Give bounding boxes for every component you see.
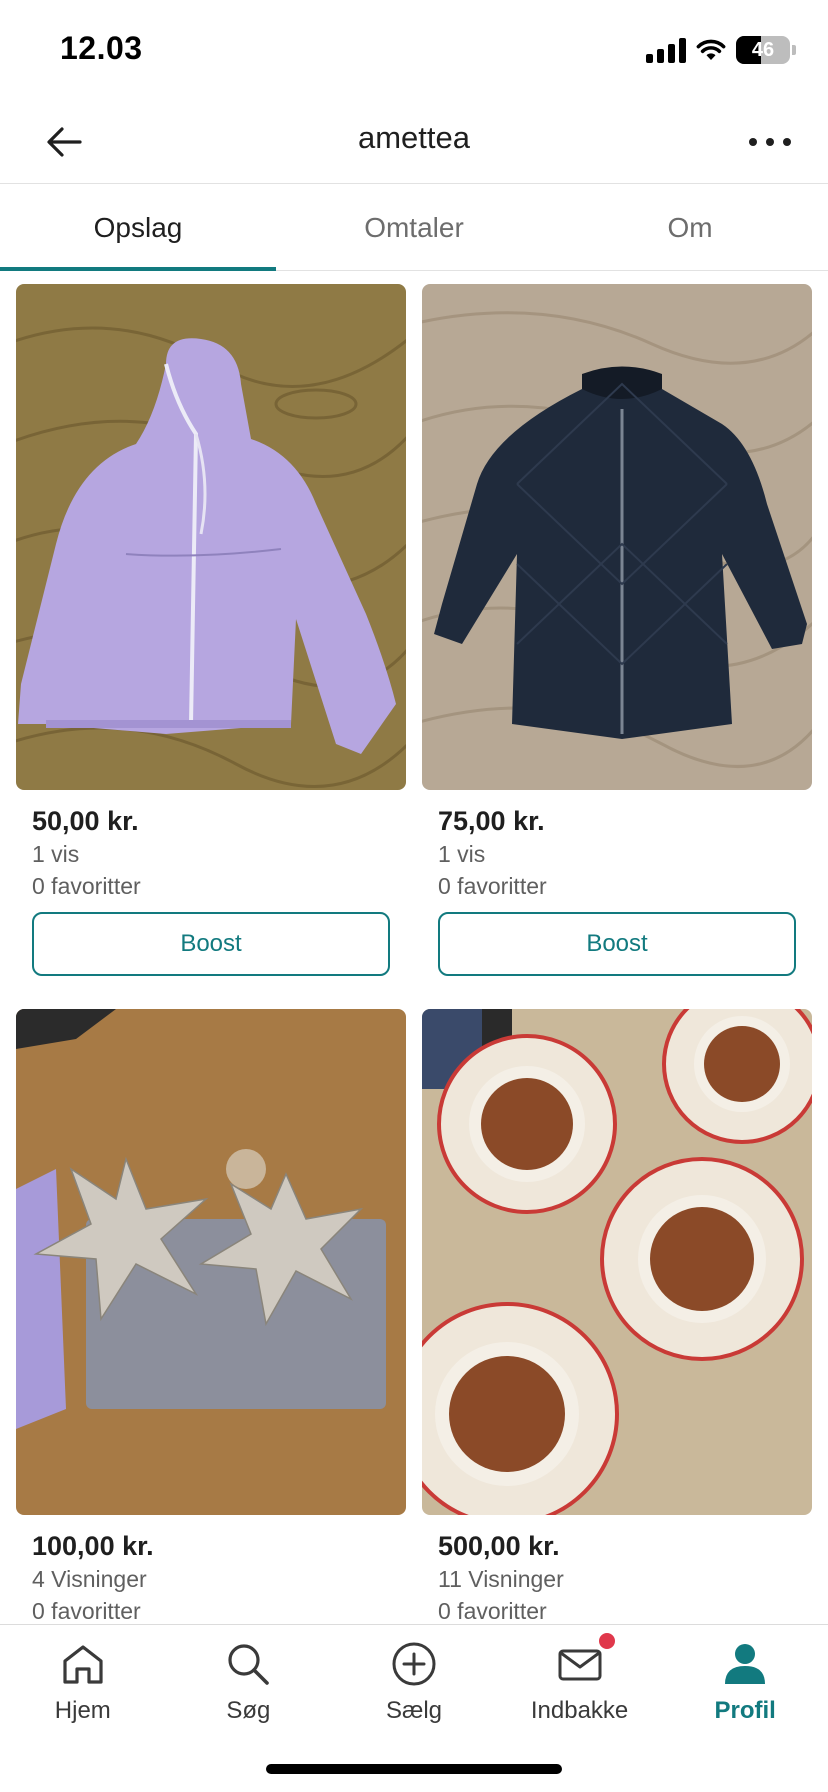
home-icon bbox=[63, 1645, 103, 1684]
nav-home-label: Hjem bbox=[54, 1697, 111, 1724]
nav-profile-label: Profil bbox=[714, 1697, 776, 1724]
listing-image-quilted-jacket[interactable] bbox=[422, 284, 812, 790]
listing-favorites: 0 favoritter bbox=[438, 873, 547, 899]
listing-card[interactable]: 500,00 kr. 11 Visninger 0 favoritter bbox=[422, 1009, 812, 1627]
battery-icon: 46 bbox=[736, 36, 790, 64]
listing-card[interactable]: 100,00 kr. 4 Visninger 0 favoritter bbox=[16, 1009, 406, 1627]
listing-favorites: 0 favoritter bbox=[32, 873, 141, 899]
mail-icon bbox=[558, 1649, 602, 1681]
nav-home[interactable]: Hjem bbox=[0, 1625, 166, 1745]
profile-tabs: Opslag Omtaler Om bbox=[0, 185, 828, 271]
status-bar: 12.03 46 bbox=[0, 0, 828, 100]
nav-inbox-label: Indbakke bbox=[530, 1697, 629, 1724]
listing-card[interactable]: 50,00 kr. 1 vis 0 favoritter Boost bbox=[16, 284, 406, 1009]
listing-views: 1 vis bbox=[32, 841, 80, 867]
listing-favorites: 0 favoritter bbox=[438, 1598, 547, 1624]
listing-image-paper-stars[interactable] bbox=[16, 1009, 406, 1515]
listing-views: 11 Visninger bbox=[438, 1566, 564, 1592]
listing-favorites: 0 favoritter bbox=[32, 1598, 141, 1624]
listing-image-hooded-jacket[interactable] bbox=[16, 284, 406, 790]
nav-search[interactable]: Søg bbox=[166, 1625, 332, 1745]
more-horizontal-icon bbox=[749, 138, 791, 146]
profile-icon bbox=[725, 1644, 766, 1684]
listing-price: 100,00 kr. bbox=[32, 1531, 154, 1561]
search-icon bbox=[228, 1644, 270, 1685]
listing-views: 4 Visninger bbox=[32, 1566, 147, 1592]
battery-level: 46 bbox=[751, 38, 775, 61]
cellular-signal-icon bbox=[646, 37, 686, 63]
more-options-button[interactable] bbox=[740, 116, 800, 168]
listings-grid: 50,00 kr. 1 vis 0 favoritter Boost 75,00… bbox=[16, 284, 812, 1627]
notification-badge bbox=[596, 1631, 617, 1651]
listing-price: 75,00 kr. bbox=[438, 806, 545, 836]
profile-header: amettea bbox=[0, 100, 828, 184]
nav-search-label: Søg bbox=[226, 1697, 271, 1724]
home-indicator bbox=[266, 1764, 562, 1774]
wifi-icon bbox=[696, 39, 726, 60]
status-time: 12.03 bbox=[60, 30, 143, 66]
page-title: amettea bbox=[357, 120, 470, 155]
tab-omtaler[interactable]: Omtaler bbox=[276, 185, 552, 270]
mail-icon-wrapper bbox=[555, 1631, 617, 1689]
listing-price: 50,00 kr. bbox=[32, 806, 139, 836]
status-icons: 46 bbox=[646, 36, 796, 64]
listing-price: 500,00 kr. bbox=[438, 1531, 560, 1561]
tab-opslag[interactable]: Opslag bbox=[0, 185, 276, 271]
listing-views: 1 vis bbox=[438, 841, 486, 867]
nav-sell-label: Sælg bbox=[385, 1697, 442, 1724]
nav-sell[interactable]: Sælg bbox=[331, 1625, 497, 1745]
tab-om[interactable]: Om bbox=[552, 185, 828, 270]
boost-button[interactable]: Boost bbox=[438, 912, 796, 976]
plus-circle-icon bbox=[392, 1642, 436, 1686]
listing-image-christmas-plates[interactable] bbox=[422, 1009, 812, 1515]
nav-profile[interactable]: Profil bbox=[662, 1625, 828, 1745]
listing-card[interactable]: 75,00 kr. 1 vis 0 favoritter Boost bbox=[422, 284, 812, 1009]
bottom-navigation: Hjem Søg Sælg Indbakke Profil bbox=[0, 1624, 828, 1792]
nav-inbox[interactable]: Indbakke bbox=[497, 1625, 663, 1745]
boost-button[interactable]: Boost bbox=[32, 912, 390, 976]
